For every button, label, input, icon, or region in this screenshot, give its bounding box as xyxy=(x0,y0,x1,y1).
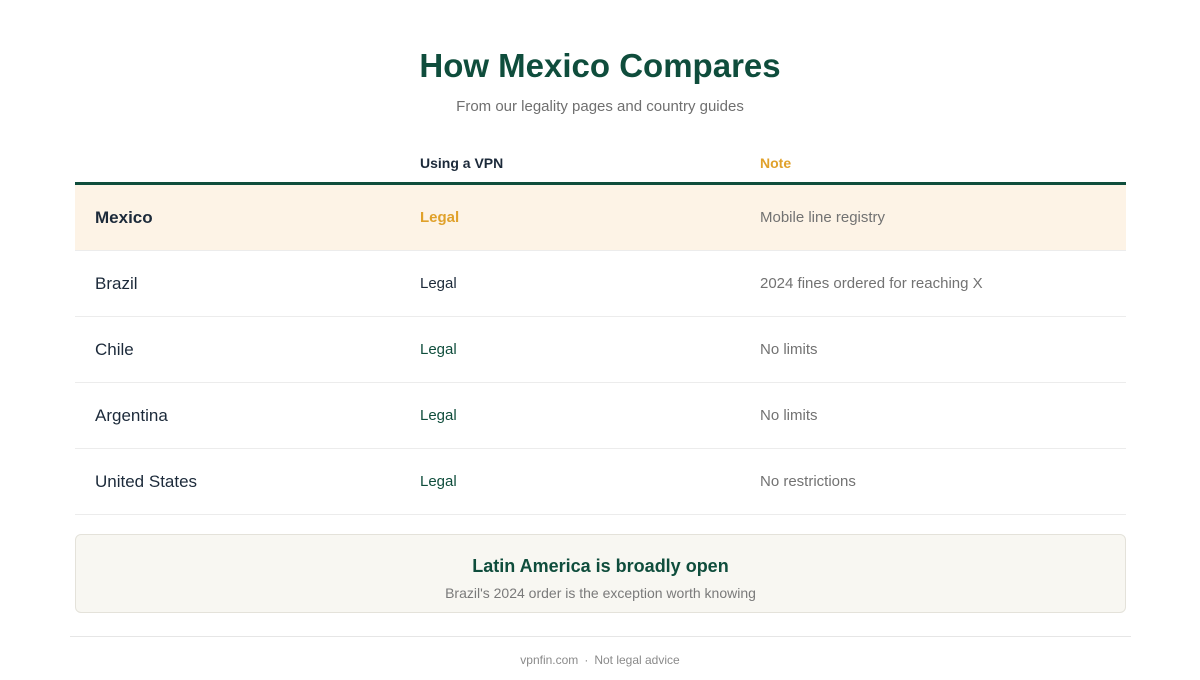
country-name: United States xyxy=(95,472,198,491)
callout-subtitle: Brazil's 2024 order is the exception wor… xyxy=(445,585,756,601)
vpn-status: Legal xyxy=(420,275,457,292)
country-note: 2024 fines ordered for reaching X xyxy=(760,275,983,292)
footer: vpnfin.com · Not legal advice xyxy=(0,652,1200,668)
comparison-page: How Mexico Compares From our legality pa… xyxy=(0,0,1200,680)
footer-disclaimer: Not legal advice xyxy=(594,653,680,667)
column-header-note: Note xyxy=(760,155,792,171)
country-note: No limits xyxy=(760,341,818,358)
page-subtitle: From our legality pages and country guid… xyxy=(456,98,744,115)
vpn-status: Legal xyxy=(420,473,457,490)
country-name: Argentina xyxy=(95,406,168,425)
vpn-status: Legal xyxy=(420,407,457,424)
table-row-united-states: United States Legal No restrictions xyxy=(75,449,1126,515)
table-header: Using a VPN Note xyxy=(75,146,1126,185)
summary-callout: Latin America is broadly open Brazil's 2… xyxy=(75,534,1126,613)
footer-separator: · xyxy=(584,653,589,667)
country-name: Chile xyxy=(95,340,134,359)
country-note: No limits xyxy=(760,407,818,424)
page-title: How Mexico Compares xyxy=(419,47,781,84)
callout-title: Latin America is broadly open xyxy=(472,556,729,576)
country-name: Mexico xyxy=(95,208,153,227)
table-row-mexico: Mexico Legal Mobile line registry xyxy=(75,185,1126,251)
country-name: Brazil xyxy=(95,274,138,293)
table-row-brazil: Brazil Legal 2024 fines ordered for reac… xyxy=(75,251,1126,317)
table-row-argentina: Argentina Legal No limits xyxy=(75,383,1126,449)
table-row-chile: Chile Legal No limits xyxy=(75,317,1126,383)
column-header-vpn: Using a VPN xyxy=(420,155,504,171)
vpn-status: Legal xyxy=(420,341,457,358)
country-note: No restrictions xyxy=(760,473,856,490)
vpn-status: Legal xyxy=(420,209,460,226)
comparison-table: Using a VPN Note Mexico Legal Mobile lin… xyxy=(75,146,1126,515)
country-note: Mobile line registry xyxy=(760,209,886,226)
footer-divider xyxy=(70,636,1131,637)
footer-site: vpnfin.com xyxy=(520,653,579,667)
